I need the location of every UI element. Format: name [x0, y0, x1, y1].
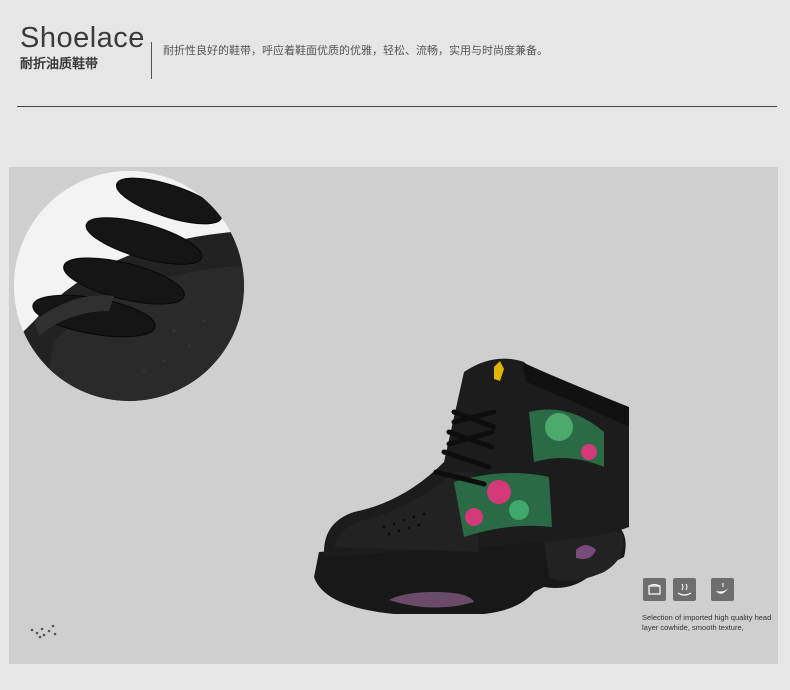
header-divider: [151, 42, 152, 79]
header-rule: [17, 106, 777, 107]
caption-line-2: layer cowhide, smooth texture,: [642, 623, 744, 632]
product-photo-panel: Selection of imported high quality head …: [9, 167, 778, 664]
comfort-icon: [673, 578, 696, 601]
header: Shoelace 耐折油质鞋带 耐折性良好的鞋带，呼应着鞋面优质的优雅，轻松、流…: [0, 0, 790, 110]
feature-caption: Selection of imported high quality head …: [642, 613, 778, 633]
page-subtitle: 耐折油质鞋带: [20, 57, 99, 72]
decorative-dots-icon: [30, 624, 57, 639]
header-description: 耐折性良好的鞋带，呼应着鞋面优质的优雅，轻松、流畅，实用与时尚度兼备。: [163, 44, 548, 57]
page-title: Shoelace: [20, 22, 145, 54]
leather-icon: [643, 578, 666, 601]
dance-shoe-image: [314, 358, 629, 614]
shoelace-closeup-image: [14, 171, 244, 401]
caption-line-1: Selection of imported high quality head: [642, 613, 772, 622]
sole-icon: [711, 578, 734, 601]
